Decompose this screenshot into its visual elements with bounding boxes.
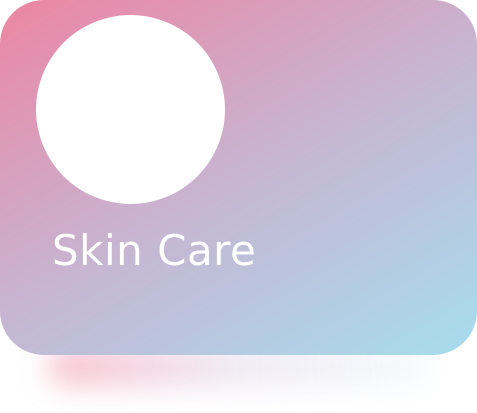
category-card-container: Skin Care <box>0 0 477 413</box>
blank-circle-icon <box>36 15 225 204</box>
card-title: Skin Care <box>52 226 257 275</box>
category-card-skin-care[interactable]: Skin Care <box>0 0 477 355</box>
